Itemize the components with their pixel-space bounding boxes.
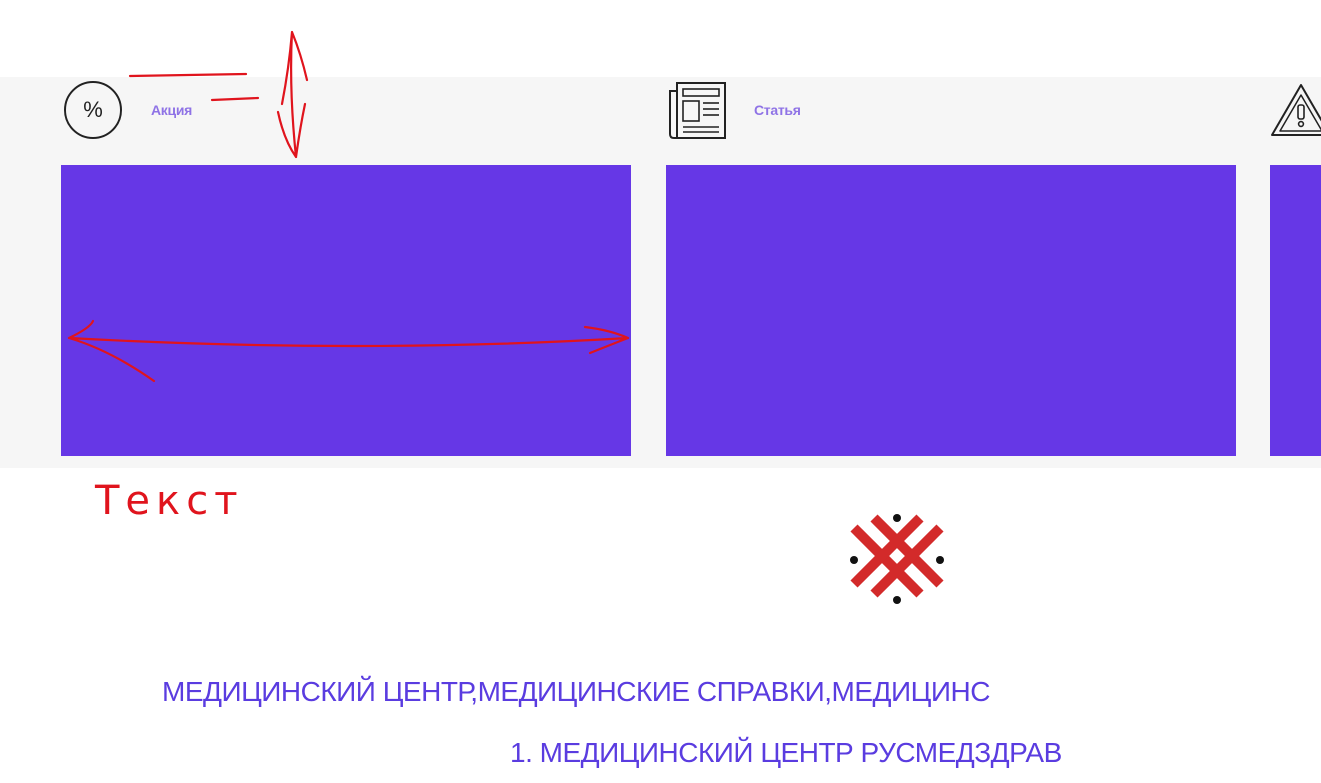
svg-text:%: % [83, 97, 103, 122]
clinic-logo-icon [850, 514, 944, 604]
warning-icon [1271, 84, 1321, 136]
card-image-promo[interactable] [61, 165, 631, 456]
card-header-promo[interactable]: % Акция [60, 77, 192, 143]
percent-icon: % [64, 81, 122, 139]
newspaper-icon [669, 82, 726, 139]
card-tag-promo[interactable]: Акция [151, 102, 192, 118]
card-image-article[interactable] [666, 165, 1236, 456]
card-header-article[interactable]: Статья [663, 77, 801, 143]
card-image-warning[interactable] [1270, 165, 1321, 456]
annotation-handwritten-label: Текст [94, 478, 244, 524]
card-header-warning[interactable] [1268, 77, 1321, 143]
clinic-subtitle-line: 1. МЕДИЦИНСКИЙ ЦЕНТР РУСМЕДЗДРАВ [510, 737, 1062, 768]
annotation-line-top [128, 72, 248, 78]
clinic-title-line: МЕДИЦИНСКИЙ ЦЕНТР,МЕДИЦИНСКИЕ СПРАВКИ,МЕ… [162, 676, 990, 707]
card-tag-article[interactable]: Статья [754, 102, 801, 118]
